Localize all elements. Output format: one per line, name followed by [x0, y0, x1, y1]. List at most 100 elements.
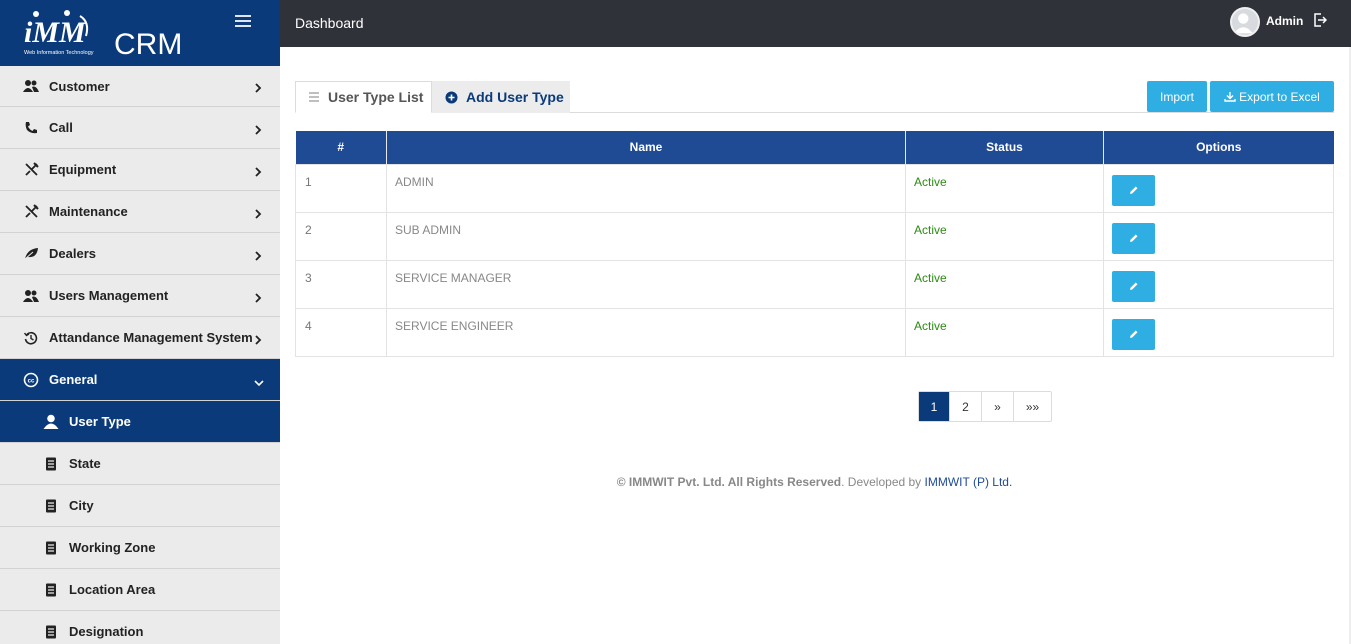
col-header-status[interactable]: Status	[905, 131, 1104, 164]
sidebar-subitem-user-type[interactable]: User Type	[0, 401, 280, 443]
phone-icon	[22, 119, 40, 137]
status-text: Active	[905, 211, 1104, 261]
pencil-icon	[1129, 234, 1137, 242]
table-header-row: # Name Status Options	[295, 131, 1334, 164]
cc-icon: cc	[22, 371, 40, 389]
sidebar-menu: Customer Call Equipment Maintenance Dealers U…	[0, 66, 280, 644]
sidebar-item-label: Attandance Management System	[49, 330, 253, 345]
sidebar-item-customer[interactable]: Customer	[0, 66, 280, 107]
tab-add-user-type[interactable]: Add User Type	[432, 81, 570, 113]
document-icon	[42, 539, 60, 557]
footer: © IMMWIT Pvt. Ltd. All Rights Reserved. …	[295, 475, 1334, 489]
col-header-options: Options	[1103, 131, 1334, 164]
top-bar: Dashboard Admin	[280, 0, 1351, 47]
edit-button[interactable]	[1112, 270, 1155, 302]
page-2-button[interactable]: 2	[950, 392, 982, 421]
copyright-text: © IMMWIT Pvt. Ltd. All Rights Reserved	[616, 475, 842, 489]
row-number: 3	[295, 259, 387, 309]
sidebar-subitem-working-zone[interactable]: Working Zone	[0, 527, 280, 569]
tools-icon	[22, 203, 40, 221]
user-type-name: SUB ADMIN	[386, 211, 906, 261]
sidebar-subitem-label: Working Zone	[69, 540, 156, 555]
chevron-down-icon	[254, 375, 264, 386]
sidebar-subitem-state[interactable]: State	[0, 443, 280, 485]
user-name[interactable]: Admin	[1266, 14, 1303, 28]
sidebar-item-call[interactable]: Call	[0, 107, 280, 149]
avatar[interactable]	[1230, 7, 1260, 37]
table-row: 2 SUB ADMIN Active	[295, 211, 1334, 261]
company-logo: iMM Web Information Technology	[24, 10, 94, 56]
plus-circle-icon	[445, 91, 458, 104]
tab-user-type-list[interactable]: User Type List	[295, 81, 432, 113]
logout-icon[interactable]	[1313, 13, 1327, 27]
export-label: Export to Excel	[1239, 89, 1320, 104]
sidebar-subitem-label: User Type	[69, 414, 131, 429]
sidebar-item-label: General	[49, 372, 98, 387]
col-header-num[interactable]: #	[295, 131, 387, 164]
last-page-button[interactable]: »»	[1014, 392, 1051, 421]
sidebar-item-attandance-management-system[interactable]: Attandance Management System	[0, 317, 280, 359]
sidebar-item-equipment[interactable]: Equipment	[0, 149, 280, 191]
users-icon	[22, 287, 40, 305]
download-icon	[1224, 92, 1236, 102]
edit-button[interactable]	[1112, 174, 1155, 206]
user-type-table: # Name Status Options 1 ADMIN Active 2 SUB A…	[295, 131, 1334, 357]
sidebar-item-users-management[interactable]: Users Management	[0, 275, 280, 317]
svg-text:cc: cc	[28, 378, 35, 384]
pagination: 1 2»»»	[918, 391, 1052, 422]
tools-icon	[22, 161, 40, 179]
chevron-right-icon	[254, 165, 262, 177]
document-icon	[42, 581, 60, 599]
chevron-right-icon	[254, 81, 262, 93]
pencil-icon	[1129, 186, 1137, 194]
table-row: 4 SERVICE ENGINEER Active	[295, 307, 1334, 357]
options-cell	[1103, 259, 1334, 309]
document-icon	[42, 455, 60, 473]
chevron-right-icon	[254, 207, 262, 219]
list-icon	[308, 92, 320, 102]
chevron-right-icon	[254, 123, 262, 135]
developer-link[interactable]: IMMWIT (P) Ltd.	[925, 475, 1013, 489]
tab-label: Add User Type	[466, 89, 564, 105]
sidebar-subitem-location-area[interactable]: Location Area	[0, 569, 280, 611]
sidebar-item-dealers[interactable]: Dealers	[0, 233, 280, 275]
pencil-icon	[1129, 330, 1137, 338]
menu-toggle-icon[interactable]	[235, 15, 251, 28]
sidebar-item-maintenance[interactable]: Maintenance	[0, 191, 280, 233]
edit-button[interactable]	[1112, 222, 1155, 254]
status-text: Active	[905, 163, 1104, 213]
row-number: 2	[295, 211, 387, 261]
options-cell	[1103, 307, 1334, 357]
col-header-name[interactable]: Name	[386, 131, 906, 164]
table-row: 3 SERVICE MANAGER Active	[295, 259, 1334, 309]
sidebar-subitem-label: State	[69, 456, 101, 471]
status-text: Active	[905, 259, 1104, 309]
row-number: 1	[295, 163, 387, 213]
sidebar-item-label: Customer	[49, 78, 110, 94]
import-button[interactable]: Import	[1147, 81, 1207, 112]
row-number: 4	[295, 307, 387, 357]
sidebar-subitem-label: Location Area	[69, 582, 156, 597]
sidebar-subitem-label: Designation	[69, 624, 144, 639]
options-cell	[1103, 211, 1334, 261]
leaf-icon	[22, 245, 40, 263]
sidebar-subitem-label: City	[69, 498, 94, 513]
document-icon	[42, 623, 60, 641]
sidebar-item-label: Dealers	[49, 246, 96, 261]
chevron-right-icon	[254, 291, 262, 303]
next-page-button[interactable]: »	[982, 392, 1014, 421]
chevron-right-icon	[254, 249, 262, 261]
sidebar: iMM Web Information Technology CRM Custo…	[0, 0, 280, 644]
sidebar-subitem-designation[interactable]: Designation	[0, 611, 280, 644]
svg-text:iMM: iMM	[24, 16, 87, 49]
brand-header: iMM Web Information Technology CRM	[0, 0, 280, 66]
table-row: 1 ADMIN Active	[295, 163, 1334, 213]
sidebar-item-general[interactable]: cc General	[0, 359, 280, 401]
export-excel-button[interactable]: Export to Excel	[1210, 81, 1334, 112]
history-icon	[22, 329, 40, 347]
edit-button[interactable]	[1112, 318, 1155, 350]
page-title: Dashboard	[295, 15, 364, 31]
sidebar-subitem-city[interactable]: City	[0, 485, 280, 527]
sidebar-item-label: Call	[49, 120, 73, 135]
page-1-button[interactable]: 1	[919, 392, 950, 421]
